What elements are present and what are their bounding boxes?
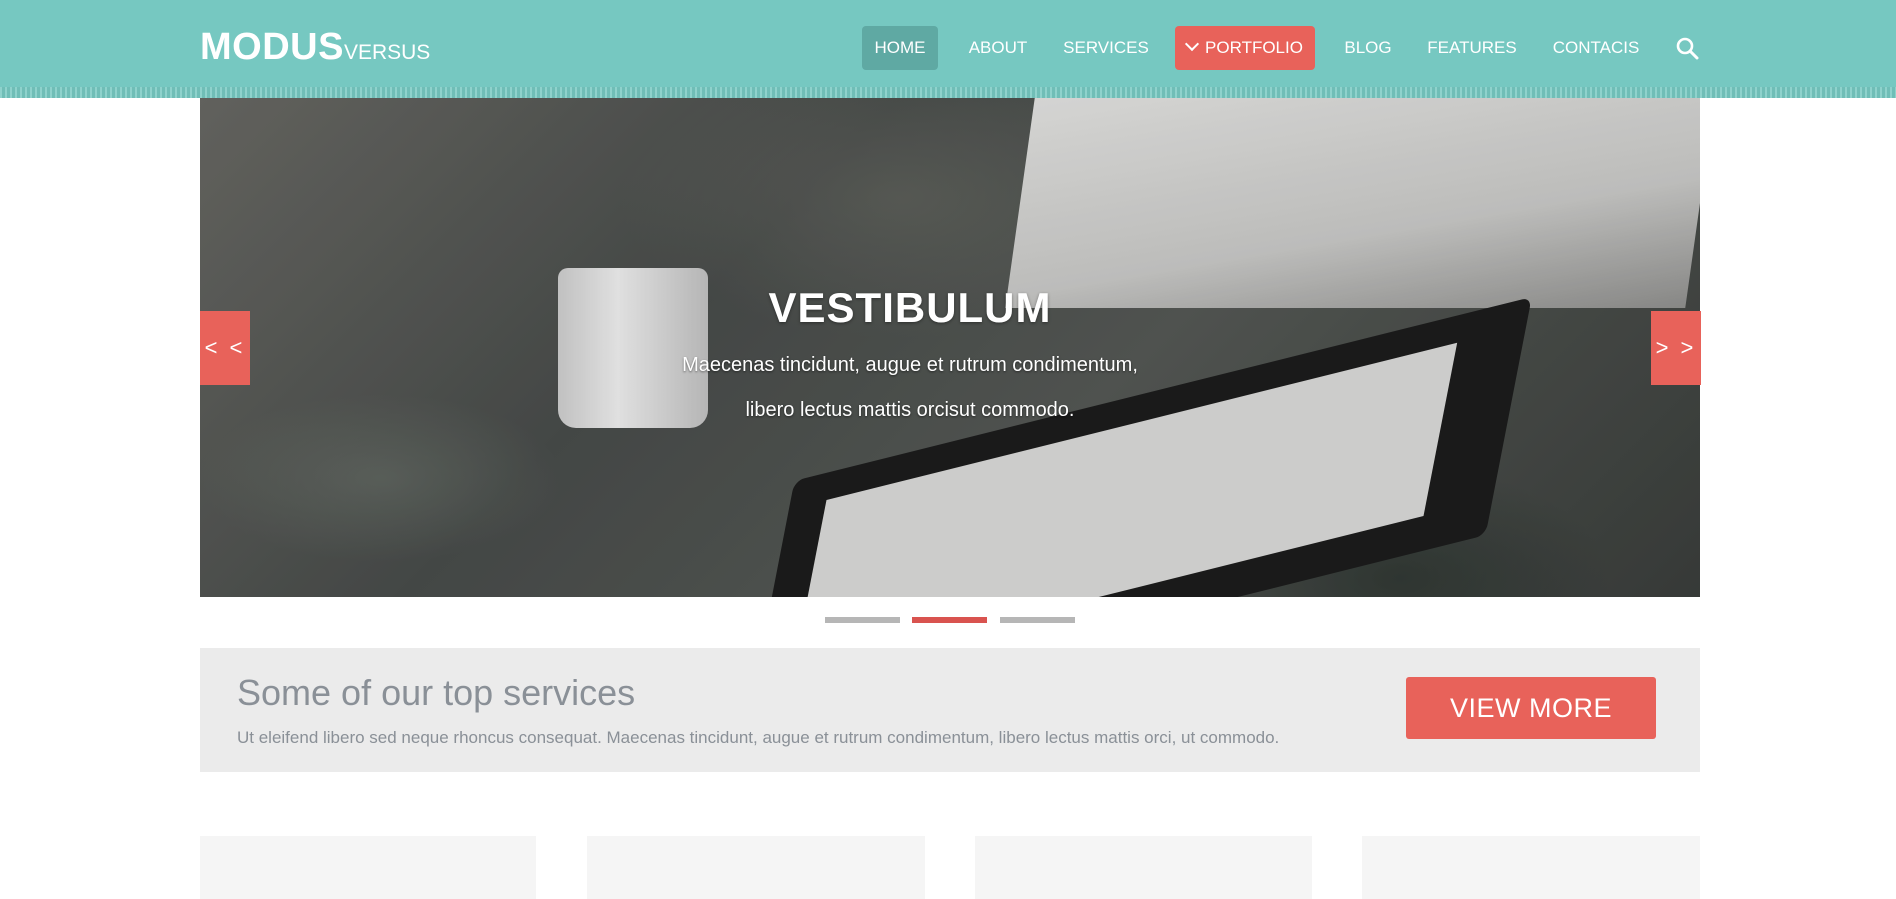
main-nav: HOME ABOUT SERVICES PORTFOLIO BLOG FEATU… xyxy=(0,26,1896,72)
nav-item-label: CONTACIS xyxy=(1552,38,1640,57)
services-banner: Some of our top services Ut eleifend lib… xyxy=(200,648,1700,772)
nav-item-label: HOME xyxy=(874,38,926,57)
nav-item-features[interactable]: FEATURES xyxy=(1424,26,1520,70)
slider-dot-1[interactable] xyxy=(825,617,900,623)
nav-item-label: SERVICES xyxy=(1063,38,1149,57)
nav-item-label: ABOUT xyxy=(968,38,1028,57)
services-title: Some of our top services xyxy=(237,672,636,713)
slider-dot-2[interactable] xyxy=(912,617,987,623)
nav-item-label: BLOG xyxy=(1344,38,1392,57)
service-card-3 xyxy=(975,836,1312,899)
hero-slider: VESTIBULUM Maecenas tincidunt, augue et … xyxy=(200,98,1700,597)
slide-overlay xyxy=(200,98,1700,597)
nav-item-label: PORTFOLIO xyxy=(1205,38,1303,57)
slide-caption-line1: Maecenas tincidunt, augue et rutrum cond… xyxy=(682,354,1138,376)
slider-dot-3[interactable] xyxy=(1000,617,1075,623)
slider-prev-button[interactable]: < < xyxy=(200,311,250,385)
slider-pagination xyxy=(0,617,1896,623)
nav-item-portfolio[interactable]: PORTFOLIO xyxy=(1175,26,1315,70)
slider-next-button[interactable]: > > xyxy=(1651,311,1701,385)
nav-item-label: FEATURES xyxy=(1427,38,1517,57)
nav-item-about[interactable]: ABOUT xyxy=(955,26,1041,70)
search-icon[interactable] xyxy=(1675,36,1699,60)
nav-item-contacis[interactable]: CONTACIS xyxy=(1546,26,1646,70)
nav-item-services[interactable]: SERVICES xyxy=(1059,26,1153,70)
nav-item-home[interactable]: HOME xyxy=(862,26,938,70)
chevron-down-icon xyxy=(1184,36,1200,52)
nav-item-blog[interactable]: BLOG xyxy=(1336,26,1400,70)
service-card-1 xyxy=(200,836,536,899)
service-card-4 xyxy=(1362,836,1700,899)
view-more-button[interactable]: VIEW MORE xyxy=(1406,677,1656,739)
services-description: Ut eleifend libero sed neque rhoncus con… xyxy=(237,728,1280,747)
slide-title: VESTIBULUM xyxy=(768,284,1052,331)
service-card-2 xyxy=(587,836,925,899)
slide-caption-line2: libero lectus mattis orcisut commodo. xyxy=(745,399,1075,421)
site-header: MODUSVERSUS HOME ABOUT SERVICES PORTFOLI… xyxy=(0,0,1896,98)
